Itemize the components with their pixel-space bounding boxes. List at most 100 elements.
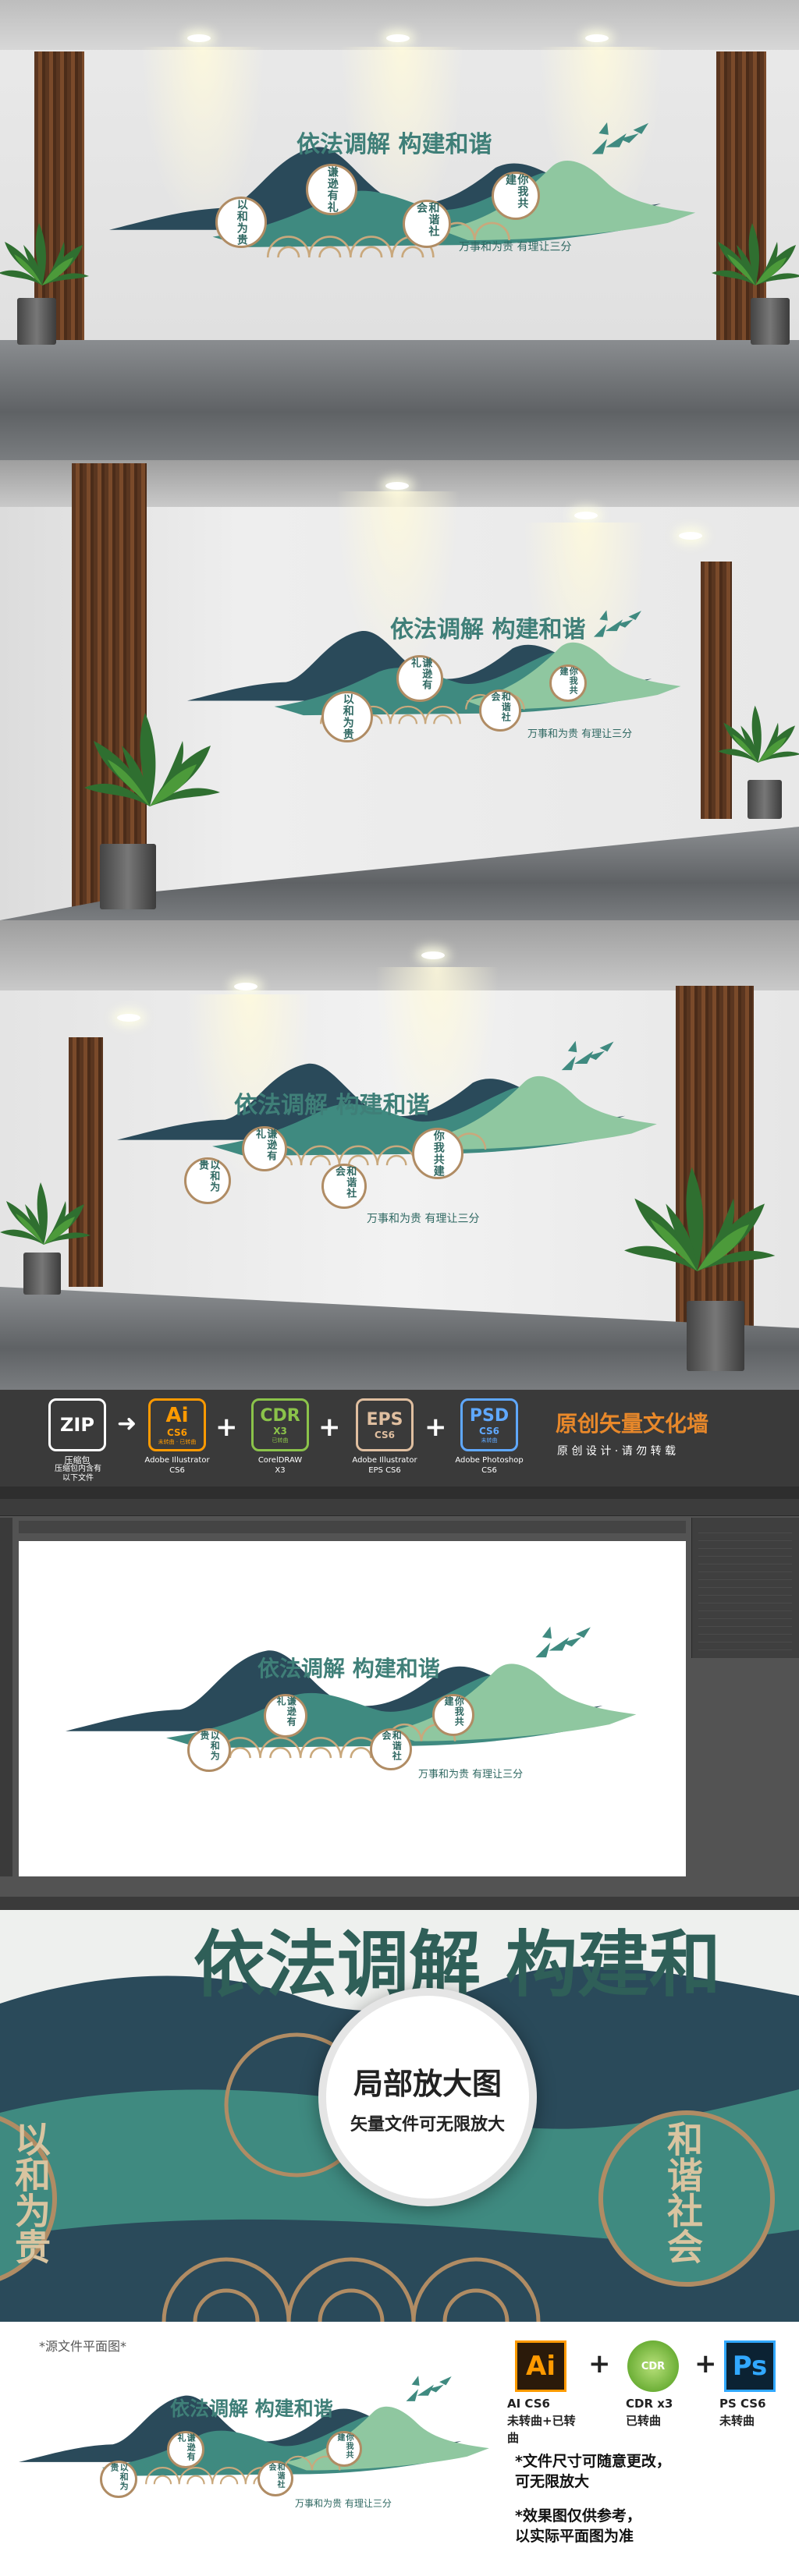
- wall-motto: 万事和为贵 有理让三分: [459, 241, 572, 253]
- format-bar: ZIP 压缩包 压缩包内含有 以下文件 ➜ Ai CS6 未转曲 · 已转曲 A…: [0, 1390, 799, 1486]
- plant-pot: [687, 1301, 744, 1371]
- note-resize: *文件尺寸可随意更改， 可无限放大: [515, 2453, 671, 2490]
- wall-title: 依法调解 构建和谐: [390, 616, 586, 643]
- ceiling-light: [421, 951, 445, 959]
- circle-text: 以和为贵: [341, 693, 354, 740]
- potted-plant-left: [0, 1182, 91, 1245]
- eps-caption: Adobe Illustrator EPS CS6: [352, 1456, 417, 1475]
- wall-title: 依法调解 构建和谐: [297, 131, 492, 158]
- magnifier-badge: 局部放大图 矢量文件可无限放大: [318, 1988, 537, 2206]
- plus-icon: +: [424, 1412, 447, 1443]
- ceiling-light: [679, 532, 702, 540]
- circle-text: 谦逊有礼: [275, 1696, 297, 1727]
- badge-title: 局部放大图: [353, 2066, 502, 2101]
- cdr-badge: CDR X3 已转曲: [251, 1398, 309, 1451]
- ceiling-light: [574, 512, 598, 519]
- artboard[interactable]: 依法调解 构建和谐 以和为贵 谦逊有礼 和谐社会 你我共建 万事和为贵 有理让三…: [19, 1541, 686, 1876]
- ai-caption: AI CS6 未转曲+已转曲: [507, 2397, 576, 2445]
- arrow-icon: ➜: [117, 1410, 137, 1437]
- render-scene-1: 依法调解 构建和谐 以和为贵 谦逊有礼 和谐社会 你我共建 万事和为贵 有理让三…: [0, 0, 799, 460]
- wall-title: 依法调解 构建和谐: [170, 2397, 333, 2420]
- cdr-icon: CDR: [627, 2340, 679, 2392]
- cdr-note: 已转曲: [272, 1437, 289, 1444]
- zoom-right-vertical: 和谐社会: [662, 2121, 704, 2264]
- layers-panel[interactable]: [691, 1518, 799, 1658]
- tools-panel[interactable]: [0, 1518, 12, 1876]
- circle-text: 和谐社会: [381, 1731, 403, 1761]
- zoom-detail: 依法调解 构建和 以和为贵 和谐社会 局部放大图 矢量文件可无限放大: [0, 1910, 799, 2322]
- circle-text: 你我共建: [443, 1696, 465, 1727]
- illustrator-window: 依法调解 构建和谐 以和为贵 谦逊有礼 和谐社会 你我共建 万事和为贵 有理让三…: [0, 1486, 799, 1910]
- circle-badge: 你我共建: [432, 1694, 474, 1736]
- potted-plant-right: [718, 705, 799, 763]
- ai-icon: Ai: [515, 2340, 566, 2392]
- cdr-icon-label: CDR: [641, 2360, 666, 2372]
- ps-caption: PS CS6 未转曲: [719, 2397, 766, 2428]
- circle-badge: 你我共建: [412, 1128, 463, 1179]
- circle-text: 你我共建: [336, 2433, 353, 2459]
- source-section: *源文件平面图* 依法调解 构建和谐 以和为贵 谦逊有礼 和谐社会 你我共建 万…: [0, 2322, 799, 2576]
- circle-text: 你我共建: [559, 667, 579, 695]
- potted-plant-right: [712, 223, 799, 285]
- wall-motto: 万事和为贵 有理让三分: [418, 1769, 524, 1781]
- ceiling-light: [187, 34, 211, 42]
- circle-text: 和谐社会: [490, 692, 512, 722]
- circle-badge: 谦逊有礼: [306, 164, 357, 215]
- wall-title: 依法调解 构建和谐: [257, 1656, 440, 1681]
- ai-caption: Adobe Illustrator CS6: [144, 1456, 210, 1475]
- circle-text: 谦逊有礼: [325, 166, 339, 213]
- layer-rows: [698, 1525, 792, 1650]
- plant-pot: [23, 1253, 61, 1295]
- plus-icon: +: [318, 1412, 341, 1443]
- psd-badge: PSD CS6 未转曲: [460, 1398, 518, 1451]
- render-scene-3: 依法调解 构建和谐 以和为贵 谦逊有礼 和谐社会 你我共建 万事和为贵 有理让三…: [0, 920, 799, 1390]
- source-label: *源文件平面图*: [39, 2339, 127, 2354]
- wall-motto: 万事和为贵 有理让三分: [527, 728, 633, 740]
- plant-pot: [751, 298, 790, 345]
- wall-motto: 万事和为贵 有理让三分: [295, 2498, 392, 2509]
- wall-art: [66, 1625, 637, 1759]
- circle-badge: 你我共建: [492, 172, 540, 220]
- circle-text: 和谐社会: [415, 202, 440, 237]
- cdr-caption: CDR x3 已转曲: [626, 2397, 673, 2428]
- floor: [0, 340, 799, 460]
- wood-panel-left: [72, 463, 147, 908]
- ceiling-light: [117, 1014, 140, 1022]
- cdr-caption: CorelDRAW X3: [257, 1456, 303, 1475]
- eps-label: EPS: [366, 1409, 403, 1430]
- circle-text: 以和为贵: [235, 199, 248, 246]
- potted-plant-left: [84, 713, 220, 806]
- potted-plant-right: [624, 1167, 776, 1271]
- circle-badge: 和谐社会: [370, 1728, 412, 1770]
- status-bar: [0, 1897, 799, 1910]
- ai-note: 未转曲 · 已转曲: [158, 1439, 197, 1445]
- render-scene-2: 依法调解 构建和谐 以和为贵 谦逊有礼 和谐社会 你我共建 万事和为贵 有理让三…: [0, 460, 799, 920]
- wall-title: 依法调解 构建和谐: [234, 1092, 430, 1119]
- plus-icon: +: [215, 1412, 238, 1443]
- menu-bar: [0, 1486, 799, 1499]
- wall-art: [19, 2375, 490, 2486]
- ceiling-light: [386, 34, 410, 42]
- circle-badge: 以和为贵: [215, 197, 267, 248]
- circle-badge: 谦逊有礼: [242, 1126, 287, 1171]
- circle-text: 以和为贵: [197, 1160, 220, 1192]
- circle-badge: 和谐社会: [257, 2461, 293, 2496]
- badge-subtitle: 矢量文件可无限放大: [350, 2114, 505, 2135]
- ceiling-light: [234, 983, 257, 990]
- circle-text: 你我共建: [504, 174, 529, 209]
- eps-version: CS6: [374, 1429, 396, 1440]
- ai-label: Ai: [165, 1404, 189, 1427]
- ps-icon: Ps: [724, 2340, 776, 2392]
- ceiling: [0, 0, 799, 50]
- circle-badge: 你我共建: [549, 664, 587, 702]
- zip-caption: 压缩包内含有 以下文件: [55, 1465, 101, 1483]
- circle-badge: 以和为贵: [100, 2461, 137, 2498]
- ai-icon-label: Ai: [526, 2351, 556, 2382]
- circle-text: 你我共建: [431, 1130, 445, 1177]
- subline: 原 创 设 计 · 请 勿 转 载: [557, 1445, 676, 1458]
- cdr-label: CDR: [260, 1405, 300, 1426]
- plant-pot: [17, 298, 56, 345]
- ps-icon-label: Ps: [732, 2351, 768, 2382]
- control-bar[interactable]: [0, 1499, 799, 1516]
- document-tab[interactable]: [19, 1521, 686, 1533]
